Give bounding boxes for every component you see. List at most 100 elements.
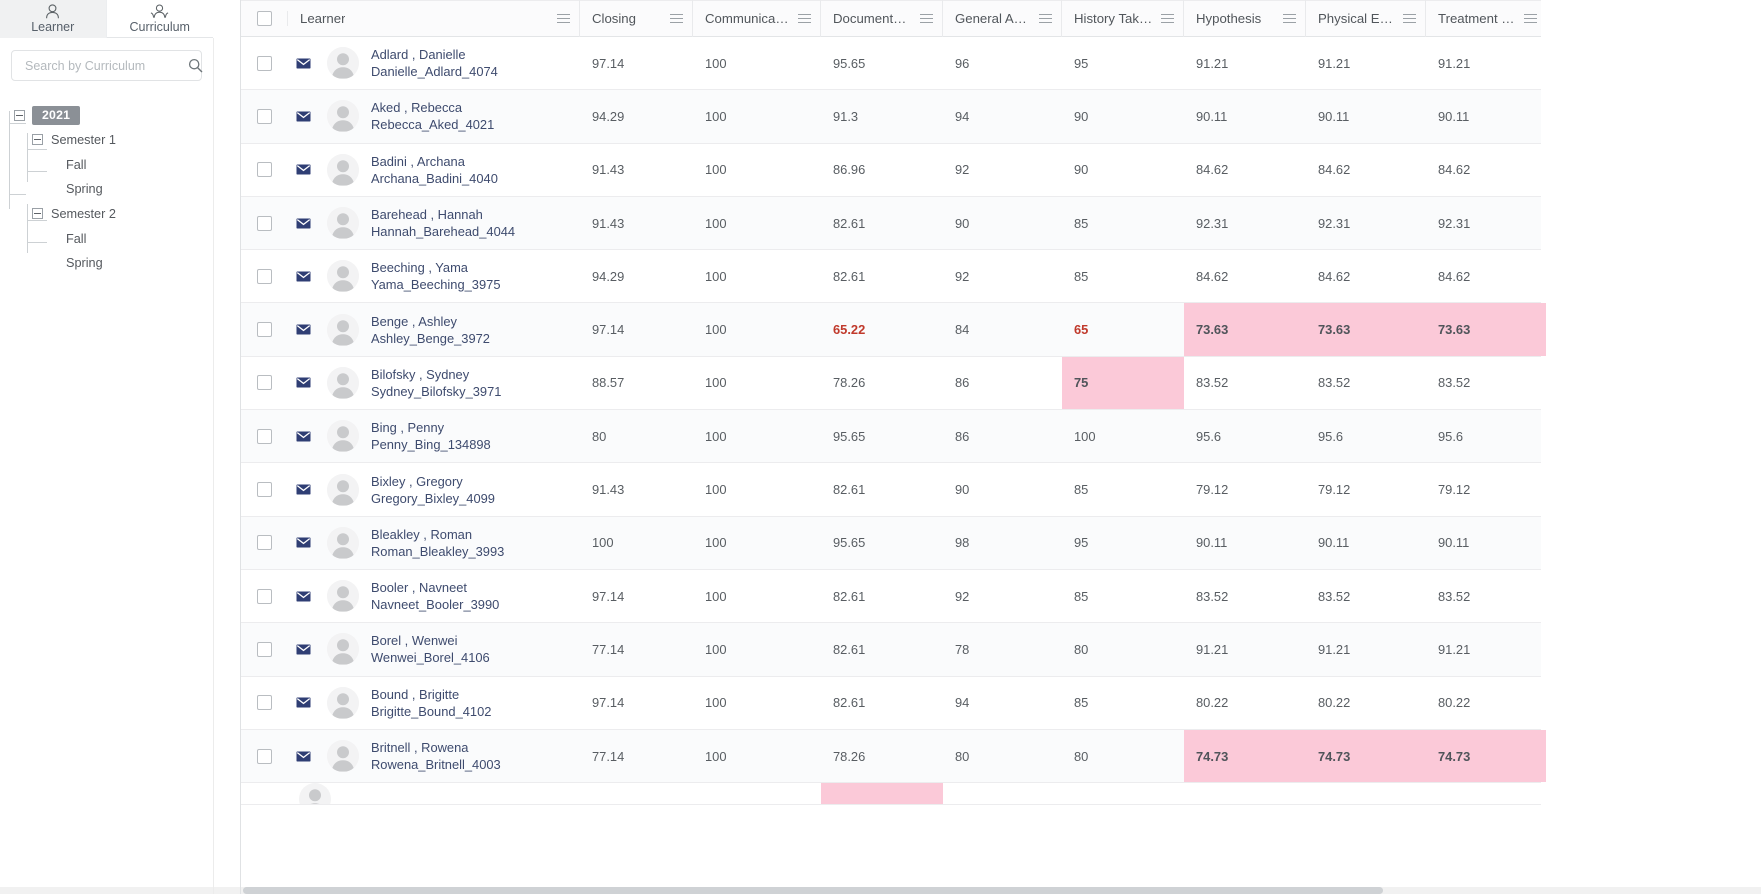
cell-communication[interactable]: 100 — [693, 623, 821, 675]
search-icon[interactable] — [188, 58, 203, 73]
mail-icon[interactable] — [290, 431, 316, 442]
mail-icon[interactable] — [290, 377, 316, 388]
cell-history[interactable]: 85 — [1062, 677, 1184, 729]
mail-icon[interactable] — [290, 324, 316, 335]
learner-username[interactable]: Yama_Beeching_3975 — [371, 277, 501, 292]
tab-curriculum[interactable]: Curriculum — [107, 0, 214, 38]
cell-treatment[interactable]: 79.12 — [1426, 463, 1546, 515]
cell-communication[interactable]: 100 — [693, 677, 821, 729]
tree-node-2021[interactable]: 2021 — [10, 103, 213, 127]
cell-physical[interactable]: 95.6 — [1306, 410, 1426, 462]
cell-documentation[interactable]: 78.26 — [821, 357, 943, 409]
row-checkbox[interactable] — [257, 375, 272, 390]
cell-history[interactable]: 85 — [1062, 197, 1184, 249]
learner-username[interactable]: Danielle_Adlard_4074 — [371, 64, 498, 79]
cell-treatment[interactable]: 80.22 — [1426, 677, 1546, 729]
cell-documentation[interactable]: 82.61 — [821, 570, 943, 622]
learner-username[interactable]: Rowena_Britnell_4003 — [371, 757, 501, 772]
cell-history[interactable]: 90 — [1062, 144, 1184, 196]
learner-name[interactable]: Bound , Brigitte — [371, 687, 491, 702]
cell-closing[interactable]: 77.14 — [580, 623, 693, 675]
cell-communication[interactable]: 100 — [693, 463, 821, 515]
cell-communication[interactable]: 100 — [693, 250, 821, 302]
table-row[interactable]: Barehead , HannahHannah_Barehead_404491.… — [241, 197, 1541, 250]
learner-username[interactable]: Rebecca_Aked_4021 — [371, 117, 494, 132]
search-input[interactable] — [23, 58, 188, 74]
column-menu-icon-learner[interactable] — [557, 14, 570, 23]
learner-name[interactable]: Aked , Rebecca — [371, 100, 494, 115]
table-row[interactable]: Bilofsky , SydneySydney_Bilofsky_397188.… — [241, 357, 1541, 410]
cell-physical[interactable]: 91.21 — [1306, 37, 1426, 89]
cell-documentation[interactable]: 82.61 — [821, 463, 943, 515]
learner-username[interactable]: Roman_Bleakley_3993 — [371, 544, 504, 559]
cell-treatment[interactable]: 83.52 — [1426, 357, 1546, 409]
cell-physical[interactable]: 90.11 — [1306, 90, 1426, 142]
column-header-communication[interactable]: Communication — [693, 0, 821, 37]
cell-general_appr[interactable]: 86 — [943, 410, 1062, 462]
cell-physical[interactable]: 84.62 — [1306, 250, 1426, 302]
tree-node-s2-spring[interactable]: Spring — [10, 251, 213, 275]
learner-username[interactable]: Penny_Bing_134898 — [371, 437, 491, 452]
row-checkbox[interactable] — [257, 322, 272, 337]
cell-history[interactable]: 85 — [1062, 463, 1184, 515]
cell-history[interactable]: 95 — [1062, 37, 1184, 89]
tree-node-s1-spring[interactable]: Spring — [10, 177, 213, 201]
cell-closing[interactable]: 97.14 — [580, 677, 693, 729]
learner-name[interactable]: Britnell , Rowena — [371, 740, 501, 755]
cell-hypothesis[interactable]: 74.73 — [1184, 730, 1306, 782]
learner-name[interactable]: Beeching , Yama — [371, 260, 501, 275]
cell-physical[interactable]: 91.21 — [1306, 623, 1426, 675]
cell-general_appr[interactable]: 90 — [943, 197, 1062, 249]
learner-username[interactable]: Brigitte_Bound_4102 — [371, 704, 491, 719]
cell-history[interactable] — [1062, 783, 1184, 804]
cell-history[interactable]: 90 — [1062, 90, 1184, 142]
cell-treatment[interactable] — [1426, 783, 1541, 804]
column-menu-icon-treatment[interactable] — [1524, 14, 1537, 23]
cell-documentation[interactable]: 95.65 — [821, 517, 943, 569]
cell-treatment[interactable]: 92.31 — [1426, 197, 1546, 249]
cell-treatment[interactable]: 91.21 — [1426, 623, 1546, 675]
learner-name[interactable]: Benge , Ashley — [371, 314, 490, 329]
cell-treatment[interactable]: 74.73 — [1426, 730, 1546, 782]
cell-treatment[interactable]: 73.63 — [1426, 303, 1546, 355]
cell-hypothesis[interactable]: 84.62 — [1184, 250, 1306, 302]
cell-treatment[interactable]: 83.52 — [1426, 570, 1546, 622]
table-row[interactable]: Bleakley , RomanRoman_Bleakley_399310010… — [241, 517, 1541, 570]
column-header-closing[interactable]: Closing — [580, 0, 693, 37]
scrollbar-thumb[interactable] — [243, 887, 1383, 894]
select-all-checkbox[interactable] — [257, 11, 272, 26]
learner-name[interactable]: Bixley , Gregory — [371, 474, 495, 489]
cell-communication[interactable]: 100 — [693, 197, 821, 249]
table-row[interactable]: Booler , NavneetNavneet_Booler_399097.14… — [241, 570, 1541, 623]
cell-general_appr[interactable] — [943, 783, 1062, 804]
column-menu-icon-general_appr[interactable] — [1039, 14, 1052, 23]
cell-closing[interactable]: 97.14 — [580, 37, 693, 89]
table-row[interactable]: Adlard , DanielleDanielle_Adlard_407497.… — [241, 37, 1541, 90]
cell-closing[interactable]: 80 — [580, 410, 693, 462]
learner-username[interactable]: Gregory_Bixley_4099 — [371, 491, 495, 506]
search-box[interactable] — [11, 50, 202, 81]
cell-documentation[interactable]: 82.61 — [821, 623, 943, 675]
column-menu-icon-documentation[interactable] — [920, 14, 933, 23]
cell-hypothesis[interactable]: 80.22 — [1184, 677, 1306, 729]
row-checkbox[interactable] — [257, 56, 272, 71]
cell-documentation[interactable] — [821, 783, 943, 804]
mail-icon[interactable] — [290, 484, 316, 495]
cell-communication[interactable]: 100 — [693, 144, 821, 196]
cell-physical[interactable] — [1306, 783, 1426, 804]
table-row[interactable]: Aked , RebeccaRebecca_Aked_402194.291009… — [241, 90, 1541, 143]
cell-general_appr[interactable]: 94 — [943, 677, 1062, 729]
cell-physical[interactable]: 80.22 — [1306, 677, 1426, 729]
cell-history[interactable]: 85 — [1062, 570, 1184, 622]
learner-username[interactable]: Wenwei_Borel_4106 — [371, 650, 490, 665]
cell-documentation[interactable]: 65.22 — [821, 303, 943, 355]
cell-closing[interactable] — [580, 783, 693, 804]
row-checkbox[interactable] — [257, 695, 272, 710]
learner-name[interactable]: Barehead , Hannah — [371, 207, 515, 222]
cell-history[interactable]: 75 — [1062, 357, 1184, 409]
cell-documentation[interactable]: 86.96 — [821, 144, 943, 196]
cell-closing[interactable]: 77.14 — [580, 730, 693, 782]
cell-communication[interactable]: 100 — [693, 570, 821, 622]
cell-closing[interactable]: 91.43 — [580, 144, 693, 196]
cell-treatment[interactable]: 95.6 — [1426, 410, 1546, 462]
